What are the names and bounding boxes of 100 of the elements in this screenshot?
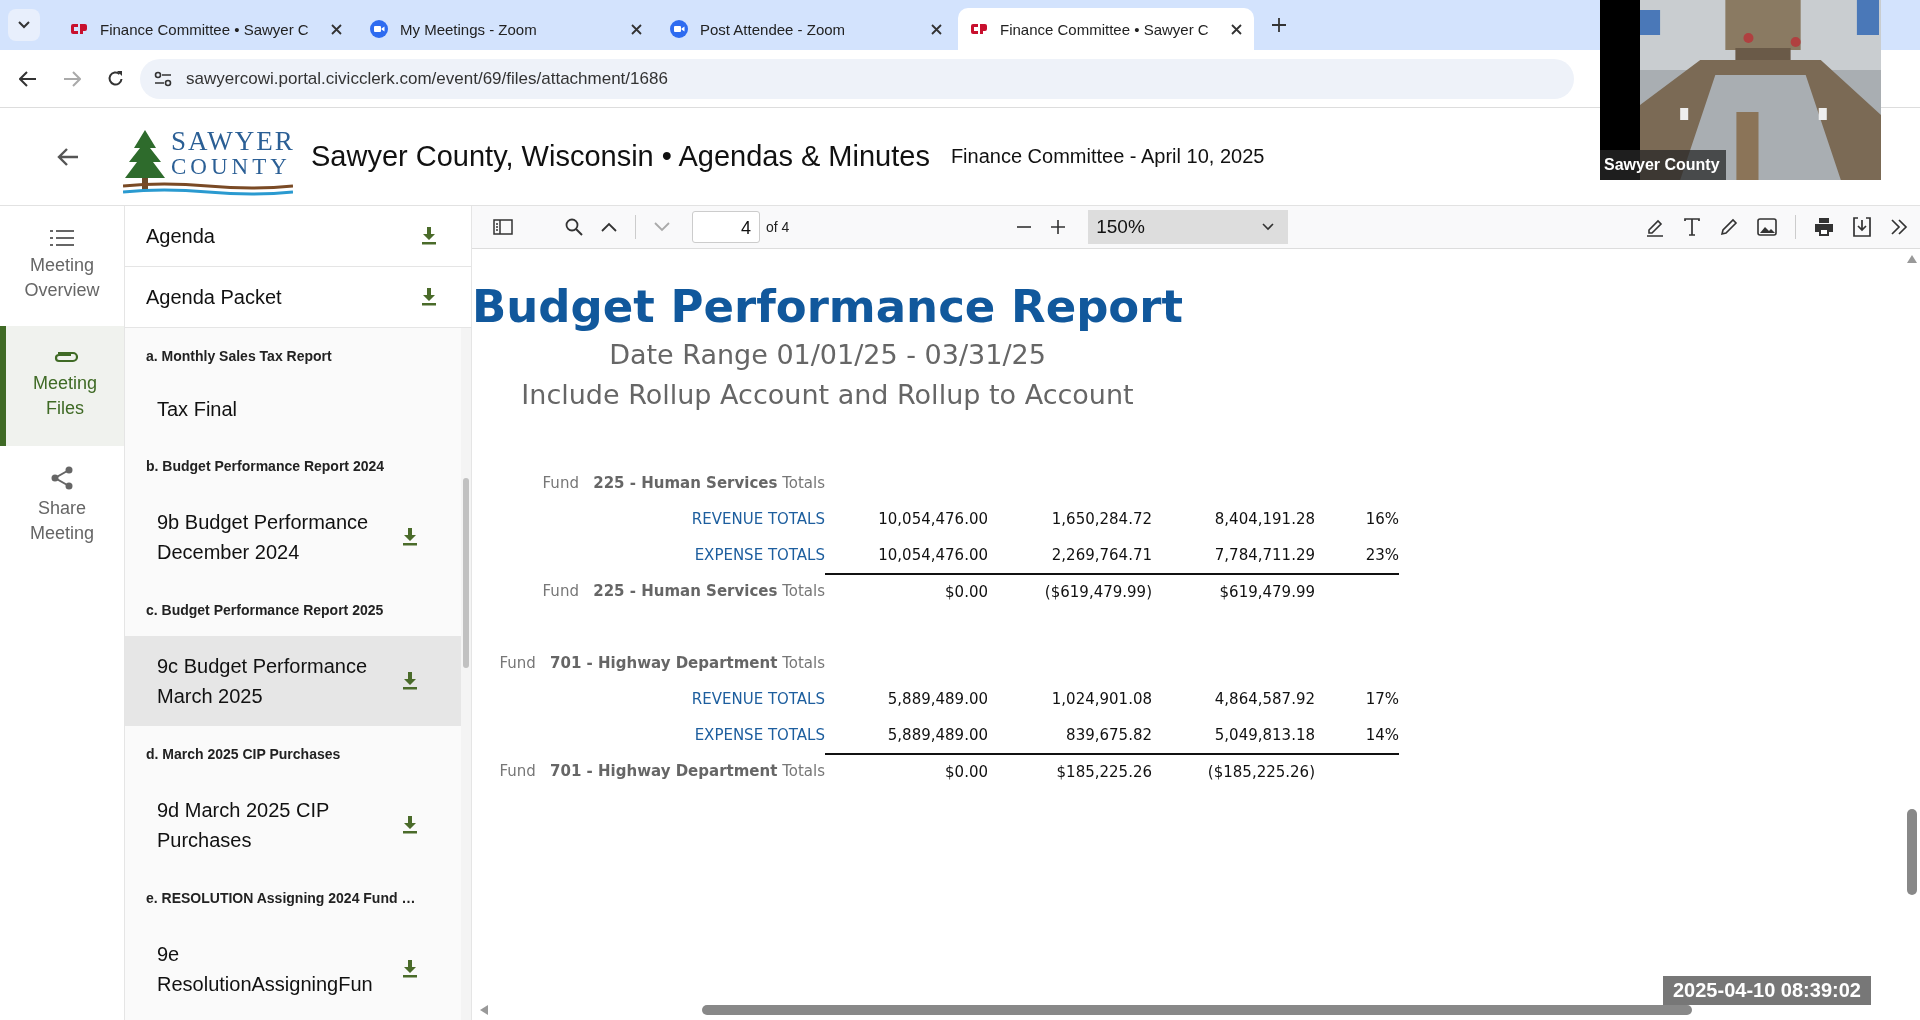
scrollbar-thumb[interactable]	[702, 1005, 1692, 1015]
download-icon[interactable]	[403, 528, 417, 546]
site-title: Sawyer County, Wisconsin • Agendas & Minutes	[311, 140, 930, 173]
scroll-up-icon[interactable]	[1907, 255, 1917, 263]
table-cell-text: 10,054,476.00	[877, 510, 988, 528]
tab-title: Finance Committee • Sawyer C	[100, 20, 310, 38]
download-icon[interactable]	[403, 672, 417, 690]
file-name: Agenda Packet	[146, 285, 282, 309]
section-heading: c. Budget Performance Report 2025	[145, 601, 385, 620]
nav-item[interactable]: Meeting Files	[0, 326, 124, 446]
tab-title: My Meetings - Zoom	[400, 20, 538, 38]
nav-item[interactable]: Meeting Overview	[0, 206, 124, 326]
logo-text: SAWYER	[171, 127, 295, 155]
pencil-icon[interactable]	[1719, 217, 1739, 237]
row-label: REVENUE TOTALS	[690, 690, 825, 708]
new-tab-icon[interactable]	[1272, 18, 1286, 32]
report-date-range: Date Range 01/01/25 - 03/31/25	[609, 338, 1046, 372]
table-cell-text: 23%	[1364, 546, 1399, 564]
civicclerk-favicon-icon	[970, 23, 988, 35]
file-row[interactable]: Agenda	[125, 206, 471, 267]
table-cell-text: 5,889,489.00	[886, 690, 988, 708]
civicclerk-favicon-icon	[70, 23, 88, 35]
tab-title: Post Attendee - Zoom	[700, 20, 847, 38]
back-icon[interactable]	[19, 70, 37, 87]
table-cell-text: 16%	[1364, 510, 1399, 528]
browser-tab[interactable]: My Meetings - Zoom	[358, 8, 654, 50]
download-icon[interactable]	[403, 816, 417, 834]
waves-icon	[123, 181, 293, 196]
site-settings-icon	[154, 70, 172, 87]
fund-label: Fund 701 - Highway Department Totals	[498, 762, 825, 780]
zoom-in-icon[interactable]	[1050, 219, 1067, 235]
close-icon[interactable]	[931, 23, 942, 35]
browser-tab[interactable]: Finance Committee • Sawyer C	[58, 8, 354, 50]
section-heading: d. March 2025 CIP Purchases	[145, 745, 342, 764]
sidebar-toggle-icon[interactable]	[493, 219, 513, 235]
row-label: EXPENSE TOTALS	[693, 546, 825, 564]
page-number-field[interactable]: 4	[692, 211, 760, 243]
report-filter: Include Rollup Account and Rollup to Account	[521, 378, 1134, 412]
address-field[interactable]: sawyercowi.portal.civicclerk.com/event/69/files/attachment/1686	[140, 58, 1574, 99]
file-row[interactable]: Agenda Packet	[125, 267, 471, 328]
more-tools-icon[interactable]	[1890, 219, 1908, 235]
table-cell-text: 5,889,489.00	[886, 726, 988, 744]
timestamp: 2025-04-10 08:39:02	[1663, 976, 1871, 1005]
logo-text: COUNTY	[171, 154, 292, 178]
close-icon[interactable]	[631, 23, 642, 35]
paperclip-icon	[52, 350, 78, 365]
table-cell: ($619,479.99)	[988, 573, 1152, 609]
table-cell-text: 1,650,284.72	[1050, 510, 1152, 528]
fund-label: Fund 225 - Human Services Totals	[541, 582, 825, 600]
report-title: Budget Performance Report	[472, 279, 1183, 335]
download-icon[interactable]	[422, 227, 436, 245]
scroll-left-icon[interactable]	[480, 1005, 488, 1015]
print-icon[interactable]	[1814, 217, 1834, 237]
table-cell-text: 5,049,813.18	[1213, 726, 1315, 744]
table-cell: $0.00	[825, 753, 988, 789]
scrollbar-thumb[interactable]	[463, 478, 469, 668]
text-icon[interactable]	[1683, 218, 1701, 236]
highlight-icon[interactable]	[1645, 217, 1665, 237]
tab-title: Finance Committee • Sawyer C	[1000, 20, 1210, 38]
table-cell-text: 14%	[1364, 726, 1399, 744]
save-icon[interactable]	[1852, 217, 1872, 237]
download-icon[interactable]	[422, 288, 436, 306]
back-arrow-icon[interactable]	[57, 146, 79, 167]
table-cell: ($185,225.26)	[1152, 753, 1315, 789]
table-cell: $0.00	[825, 573, 988, 609]
browser-tab[interactable]: Finance Committee • Sawyer C	[958, 8, 1254, 50]
section-heading: b. Budget Performance Report 2024	[145, 457, 386, 476]
meeting-title: Finance Committee - April 10, 2025	[950, 145, 1265, 168]
page-count: of 4	[766, 219, 790, 235]
fund-label: Fund 225 - Human Services Totals	[541, 474, 825, 492]
table-cell: $619,479.99	[1152, 573, 1315, 609]
table-cell-text: 2,269,764.71	[1050, 546, 1152, 564]
scrollbar-thumb[interactable]	[1907, 809, 1917, 895]
video-caption: Sawyer County	[1600, 150, 1726, 180]
tab-list-button[interactable]	[8, 9, 40, 41]
zoom-favicon-icon	[370, 20, 388, 38]
table-cell-text: 4,864,587.92	[1213, 690, 1315, 708]
section-heading: a. Monthly Sales Tax Report	[145, 347, 333, 366]
zoom-dropdown[interactable]: 150%	[1088, 210, 1289, 244]
close-icon[interactable]	[1231, 23, 1242, 35]
table-cell-text: 1,024,901.08	[1050, 690, 1152, 708]
browser-tab[interactable]: Post Attendee - Zoom	[658, 8, 954, 50]
section-heading: e. RESOLUTION Assigning 2024 Fund …	[145, 889, 417, 908]
previous-page-icon[interactable]	[601, 222, 617, 232]
zoom-favicon-icon	[670, 20, 688, 38]
table-cell-text: 7,784,711.29	[1213, 546, 1315, 564]
table-cell: $185,225.26	[988, 753, 1152, 789]
search-icon[interactable]	[565, 218, 583, 236]
row-label: EXPENSE TOTALS	[693, 726, 825, 744]
row-label: REVENUE TOTALS	[690, 510, 825, 528]
file-item[interactable]: 9c Budget Performance March 2025	[125, 636, 461, 726]
close-icon[interactable]	[331, 23, 342, 35]
table-cell-text: 839,675.82	[1065, 726, 1152, 744]
reload-icon[interactable]	[107, 70, 124, 87]
download-icon[interactable]	[403, 960, 417, 978]
image-icon[interactable]	[1757, 218, 1777, 236]
table-cell-text: 17%	[1364, 690, 1399, 708]
caret-icon	[1262, 223, 1275, 231]
nav-item[interactable]: Share Meeting	[0, 446, 124, 566]
fund-label: Fund 701 - Highway Department Totals	[498, 654, 825, 672]
